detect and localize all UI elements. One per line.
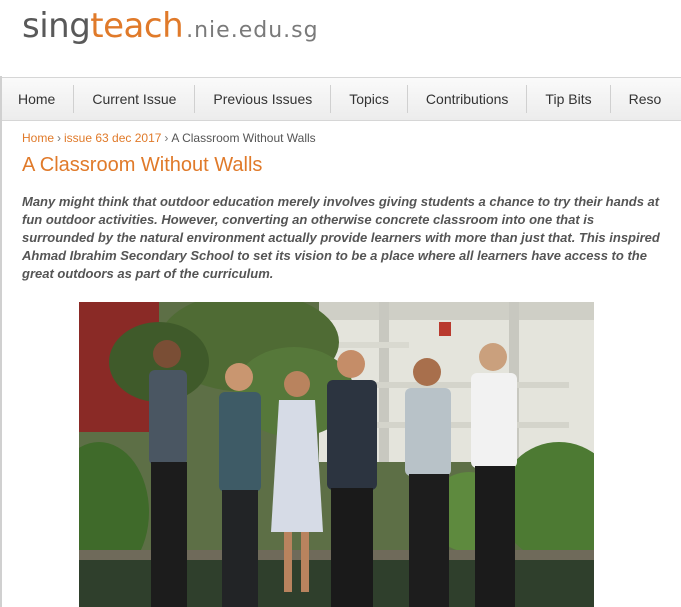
nav-contributions[interactable]: Contributions	[408, 85, 528, 113]
breadcrumb: Home › issue 63 dec 2017 › A Classroom Witho…	[22, 131, 316, 145]
site-header: singteach .nie.edu.sg	[0, 0, 681, 76]
breadcrumb-issue[interactable]: issue 63 dec 2017	[64, 131, 161, 145]
article-photo	[79, 302, 594, 607]
article-title: A Classroom Without Walls	[22, 154, 263, 176]
logo-teach: teach	[90, 6, 184, 46]
logo-domain: .nie.edu.sg	[186, 18, 319, 43]
breadcrumb-separator: ›	[164, 131, 169, 145]
main-nav: Home Current Issue Previous Issues Topic…	[2, 77, 681, 121]
nav-home[interactable]: Home	[2, 85, 75, 113]
breadcrumb-current: A Classroom Without Walls	[171, 131, 316, 145]
article-lede: Many might think that outdoor education …	[22, 194, 660, 281]
nav-current-issue[interactable]: Current Issue	[74, 85, 196, 113]
breadcrumb-home[interactable]: Home	[22, 131, 54, 145]
nav-topics[interactable]: Topics	[331, 85, 408, 113]
logo-sing: sing	[22, 6, 91, 46]
breadcrumb-separator: ›	[57, 131, 62, 145]
nav-resources[interactable]: Reso	[611, 85, 680, 113]
page: singteach .nie.edu.sg Home Current Issue …	[0, 0, 681, 607]
nav-previous-issues[interactable]: Previous Issues	[195, 85, 332, 113]
group-photo-illustration	[79, 302, 594, 607]
nav-tip-bits[interactable]: Tip Bits	[527, 85, 611, 113]
site-logo[interactable]: singteach .nie.edu.sg	[22, 6, 319, 46]
